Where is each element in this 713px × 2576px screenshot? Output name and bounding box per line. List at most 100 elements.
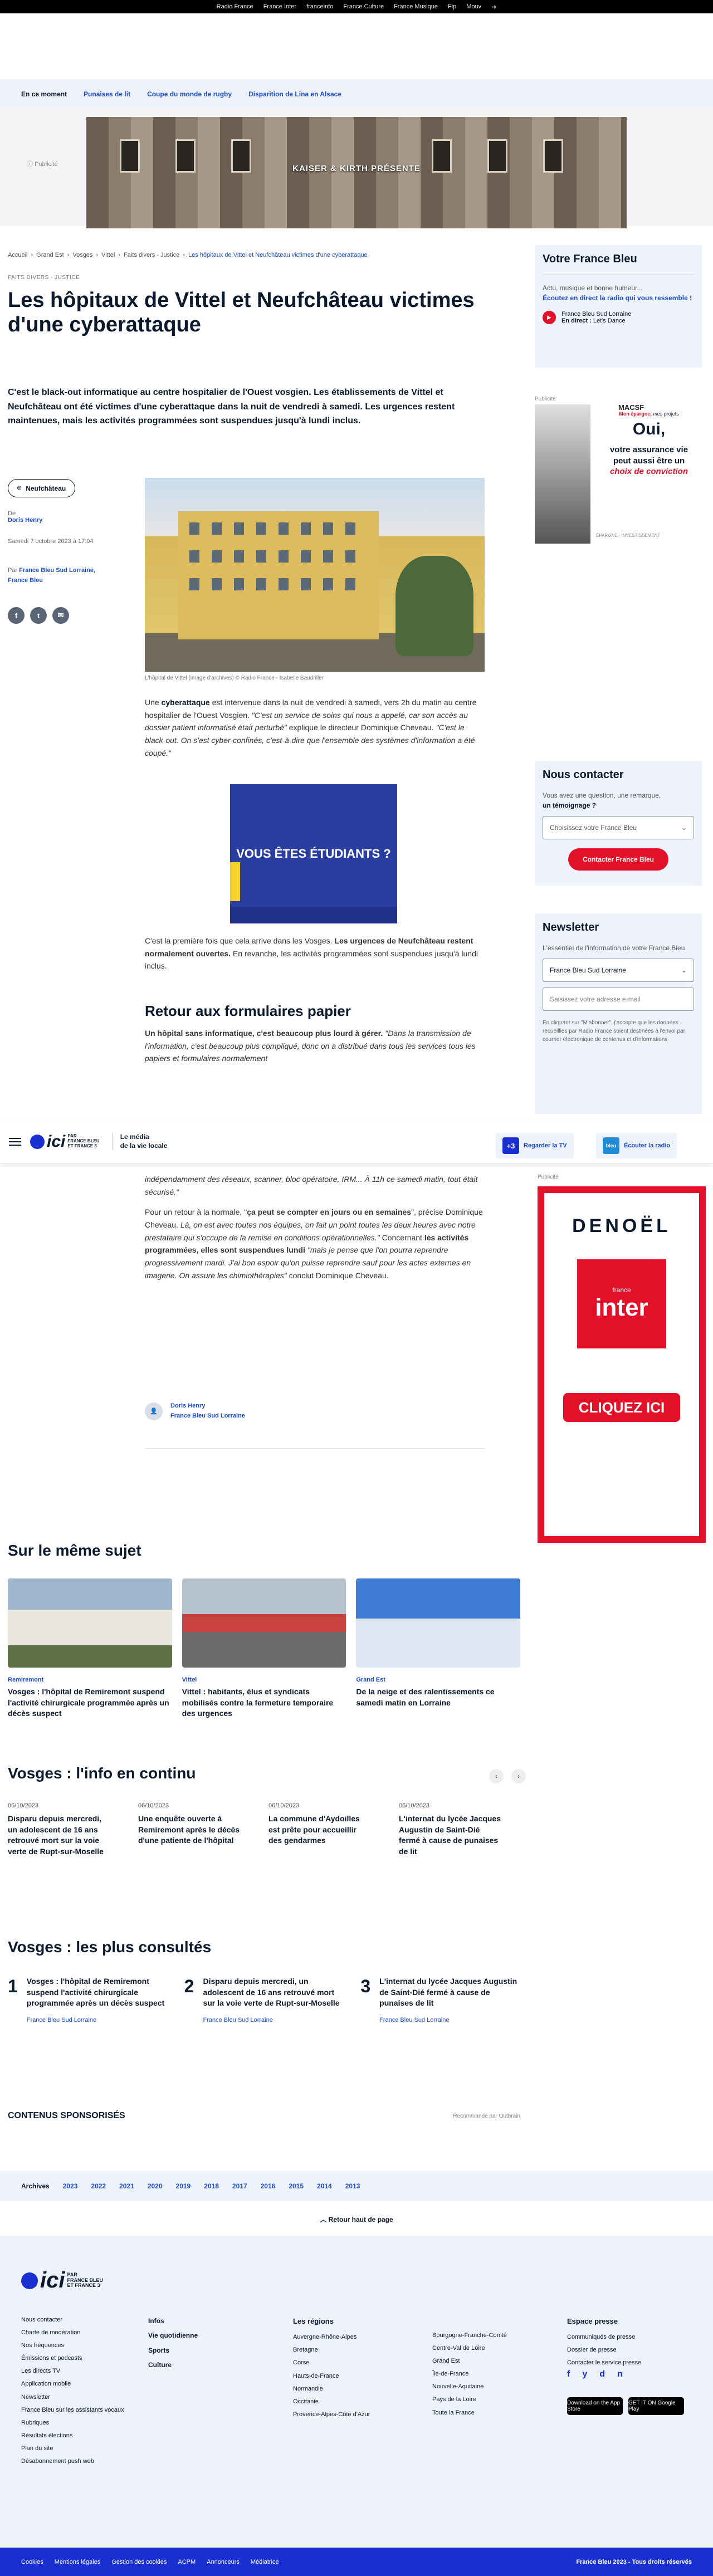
feed-item[interactable]: 06/10/2023 La commune d'Aydoilles est prê… [268, 1802, 371, 1857]
archive-year[interactable]: 2014 [317, 2182, 332, 2190]
watch-tv-button[interactable]: +3 Regarder la TV [496, 1133, 574, 1159]
facebook-icon[interactable]: f [8, 607, 25, 624]
topbar-link[interactable]: Fip [448, 3, 456, 10]
station-link[interactable]: France Bleu Sud Lorraine, [19, 567, 95, 574]
footer-link[interactable]: Culture [148, 2358, 198, 2372]
feed-item[interactable]: 06/10/2023 Une enquête ouverte à Remiremo… [138, 1802, 241, 1857]
breadcrumb-item[interactable]: Grand Est [36, 252, 64, 258]
station-link[interactable]: France Bleu Sud Lorraine [170, 1412, 245, 1419]
ad-cta-button[interactable]: CLIQUEZ ICI [563, 1393, 680, 1422]
most-read-item[interactable]: 3 L'internat du lycée Jacques Augustin de… [360, 1976, 520, 2023]
footer-link[interactable]: Vie quotidienne [148, 2328, 198, 2343]
breadcrumb-item[interactable]: Faits divers - Justice [124, 252, 179, 258]
archive-year[interactable]: 2016 [261, 2182, 276, 2190]
archive-year[interactable]: 2015 [289, 2182, 304, 2190]
ici-logo[interactable]: ici PAR FRANCE BLEU ET FRANCE 3 [30, 1132, 100, 1151]
trending-link[interactable]: Punaises de lit [84, 90, 130, 98]
archive-year[interactable]: 2019 [176, 2182, 191, 2190]
breadcrumb-item[interactable]: Vosges [72, 252, 92, 258]
footer-link[interactable]: Toute la France [432, 2407, 507, 2419]
footer-link[interactable]: Occitanie [293, 2396, 370, 2408]
legal-link[interactable]: Médiatrice [251, 2559, 279, 2565]
youtube-icon[interactable]: y [582, 2369, 587, 2379]
topbar-link[interactable]: Radio France [217, 3, 253, 10]
topbar-link[interactable]: France Inter [263, 3, 296, 10]
footer-link[interactable]: Bretagne [293, 2344, 370, 2357]
trending-link[interactable]: Coupe du monde de rugby [147, 90, 232, 98]
related-card[interactable]: Grand Est De la neige et des ralentissem… [356, 1578, 521, 1719]
legal-link[interactable]: Gestion des cookies [111, 2559, 167, 2565]
footer-link[interactable]: Désabonnement push web [21, 2455, 133, 2468]
footer-link[interactable]: Hauts-de-France [293, 2370, 370, 2383]
footer-link[interactable]: Nos fréquences [21, 2339, 133, 2352]
legal-link[interactable]: Cookies [21, 2559, 43, 2565]
archive-year[interactable]: 2023 [63, 2182, 78, 2190]
topbar-link[interactable]: France Musique [394, 3, 438, 10]
related-title[interactable]: De la neige et des ralentissements ce sa… [356, 1687, 520, 1708]
student-promo[interactable]: VOUS ÊTES ÉTUDIANTS ? [230, 784, 397, 923]
outbrain-label[interactable]: Recommandé par Outbrain [453, 2113, 520, 2119]
live-player[interactable]: ▶ France Bleu Sud Lorraine En direct : Le… [543, 311, 694, 324]
topbar-link[interactable]: franceinfo [306, 3, 333, 10]
footer-link[interactable]: Normandie [293, 2383, 370, 2396]
topbar-link[interactable]: Mouv [466, 3, 481, 10]
legal-link[interactable]: ACPM [178, 2559, 196, 2565]
footer-link[interactable]: Île-de-France [432, 2368, 507, 2381]
station-select[interactable]: Choisissez votre France Bleu ⌄ [543, 816, 694, 839]
footer-link[interactable]: Nous contacter [21, 2314, 133, 2326]
footer-link[interactable]: Les directs TV [21, 2365, 133, 2378]
email-field[interactable]: Saisissez votre adresse e-mail [543, 988, 694, 1011]
footer-link[interactable]: Centre-Val de Loire [432, 2342, 507, 2355]
footer-link[interactable]: Auvergne-Rhône-Alpes [293, 2331, 370, 2344]
dailymotion-icon[interactable]: d [599, 2369, 605, 2379]
legal-link[interactable]: Annonceurs [207, 2559, 240, 2565]
newsletter-station-select[interactable]: France Bleu Sud Lorraine ⌄ [543, 959, 694, 982]
topbar-link[interactable]: France Culture [343, 3, 384, 10]
facebook-icon[interactable]: f [567, 2369, 570, 2379]
archive-year[interactable]: 2017 [232, 2182, 247, 2190]
twitter-icon[interactable]: t [30, 607, 47, 624]
author-link[interactable]: Doris Henry [8, 517, 42, 524]
related-tag[interactable]: Grand Est [356, 1676, 520, 1683]
contact-button[interactable]: Contacter France Bleu [568, 848, 668, 871]
france-inter-ad[interactable]: DENOËL france inter CLIQUEZ ICI [538, 1186, 706, 1543]
feed-item[interactable]: 06/10/2023 Disparu depuis mercredi, un ad… [8, 1802, 110, 1857]
author-link[interactable]: Doris Henry [170, 1402, 205, 1409]
related-tag[interactable]: Vittel [182, 1676, 346, 1683]
archive-year[interactable]: 2013 [345, 2182, 360, 2190]
feed-item[interactable]: 06/10/2023 L'internat du lycée Jacques Au… [399, 1802, 501, 1857]
rss-icon[interactable]: n [617, 2369, 623, 2379]
footer-link[interactable]: Rubriques [21, 2417, 133, 2430]
station-link[interactable]: France Bleu [8, 577, 43, 584]
footer-link[interactable]: Pays de la Loire [432, 2393, 507, 2406]
trending-link[interactable]: Disparition de Lina en Alsace [248, 90, 341, 98]
article-tags[interactable]: FAITS DIVERS - JUSTICE [8, 275, 80, 281]
footer-link[interactable]: Nouvelle-Aquitaine [432, 2381, 507, 2393]
archive-year[interactable]: 2021 [119, 2182, 134, 2190]
footer-link[interactable]: Grand Est [432, 2355, 507, 2368]
related-tag[interactable]: Remiremont [8, 1676, 172, 1683]
most-read-item[interactable]: 1 Vosges : l'hôpital de Remiremont suspen… [8, 1976, 168, 2023]
footer-link[interactable]: Dossier de presse [567, 2344, 641, 2357]
chevron-right-icon[interactable]: › [511, 1769, 526, 1783]
related-card[interactable]: Remiremont Vosges : l'hôpital de Remirem… [8, 1578, 172, 1719]
footer-link[interactable]: Provence-Alpes-Côte d'Azur [293, 2408, 370, 2421]
menu-icon[interactable] [9, 1136, 21, 1148]
footer-link[interactable]: Communiqués de presse [567, 2331, 641, 2344]
chevron-left-icon[interactable]: ‹ [489, 1769, 504, 1783]
ad-image[interactable]: KAISER & KIRTH PRÉSENTE [86, 117, 627, 228]
footer-link[interactable]: Application mobile [21, 2378, 133, 2391]
breadcrumb-item[interactable]: Vittel [101, 252, 115, 258]
app-store-button[interactable]: Download on the App Store [567, 2397, 623, 2415]
footer-link[interactable]: France Bleu sur les assistants vocaux [21, 2404, 133, 2417]
play-icon[interactable]: ▶ [543, 311, 556, 324]
archive-year[interactable]: 2022 [91, 2182, 106, 2190]
side-ad[interactable]: Publicité MACSF Mon épargne, mes projets… [535, 393, 702, 549]
footer-link[interactable]: Sports [148, 2343, 198, 2358]
listen-radio-button[interactable]: bleu Écouter la radio [596, 1133, 677, 1159]
breadcrumb-item[interactable]: Accueil [8, 252, 27, 258]
related-title[interactable]: Vosges : l'hôpital de Remiremont suspend… [8, 1687, 172, 1719]
archive-year[interactable]: 2018 [204, 2182, 219, 2190]
footer-link[interactable]: Corse [293, 2357, 370, 2369]
footer-link[interactable]: Contacter le service presse [567, 2357, 641, 2369]
